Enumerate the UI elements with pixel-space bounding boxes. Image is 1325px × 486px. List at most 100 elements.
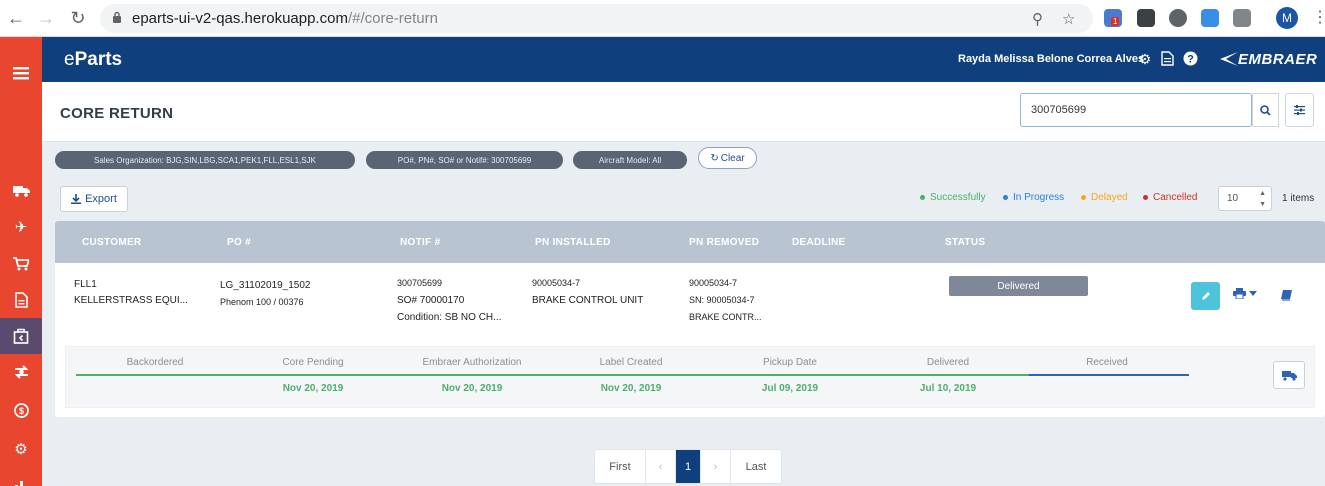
embraer-logo: EMBRAER (1220, 51, 1317, 68)
sidebar-dollar-cycle-icon[interactable]: $ (0, 392, 42, 428)
truck-icon (1281, 370, 1297, 381)
page-last-button[interactable]: Last (731, 450, 781, 483)
sidebar-chart-icon[interactable] (0, 467, 42, 486)
items-count: 1 items (1282, 193, 1315, 204)
legend-successfully: Successfully (920, 192, 986, 203)
results-table: CUSTOMER PO # NOTIF # PN INSTALLED PN RE… (55, 221, 1325, 417)
status-badge: Delivered (949, 276, 1088, 296)
bookmark-star-icon[interactable]: ☆ (1062, 10, 1075, 28)
filter-settings-button[interactable] (1285, 93, 1314, 127)
eparts-logo[interactable]: eParts (64, 49, 122, 71)
address-bar[interactable]: eparts-ui-v2-qas.herokuapp.com/#/core-re… (100, 4, 1093, 33)
book-icon[interactable] (1281, 288, 1292, 306)
sidebar-truck-icon[interactable] (0, 173, 42, 209)
legend-delayed: Delayed (1081, 192, 1128, 203)
zoom-icon[interactable]: ⚲ (1032, 10, 1043, 28)
app-header: eParts Rayda Melissa Belone Correa Alves… (42, 37, 1325, 82)
user-name[interactable]: Rayda Melissa Belone Correa Alves (958, 53, 1144, 65)
status-timeline: Backordered Core Pending Embraer Authori… (65, 346, 1315, 408)
date-core-pending: Nov 20, 2019 (282, 383, 344, 394)
pn-removed-sn: SN: 90005034-7 (689, 295, 755, 305)
search-input[interactable] (1020, 93, 1252, 127)
step-backordered: Backordered (126, 357, 184, 368)
date-embraer-authorization: Nov 20, 2019 (441, 383, 503, 394)
page-next-button[interactable]: › (701, 450, 731, 483)
page-first-button[interactable]: First (595, 450, 646, 483)
back-arrow-icon[interactable]: ← (6, 8, 26, 28)
filter-chip-aircraft[interactable]: Aircraft Model: All (573, 151, 687, 169)
settings-gear-icon[interactable]: ⚙ (1137, 51, 1153, 67)
clear-filters-button[interactable]: ↻ Clear (698, 147, 757, 169)
browser-menu-icon[interactable]: ⋮ (1312, 8, 1325, 28)
extension-globe-icon[interactable]: 1 (1104, 9, 1122, 27)
pn-installed-desc: BRAKE CONTROL UNIT (532, 295, 644, 306)
hamburger-menu-icon[interactable] (0, 55, 42, 91)
sliders-icon (1294, 105, 1305, 115)
legend-cancelled: Cancelled (1143, 192, 1197, 203)
tracking-button[interactable] (1273, 361, 1305, 389)
pagination: First ‹ 1 › Last (594, 449, 782, 484)
export-button[interactable]: Export (60, 186, 128, 212)
col-deadline[interactable]: DEADLINE (792, 237, 846, 248)
sidebar-plane-icon[interactable]: ✈ (0, 209, 42, 245)
extension-pen-icon[interactable] (1201, 9, 1219, 27)
table-header: CUSTOMER PO # NOTIF # PN INSTALLED PN RE… (55, 221, 1325, 263)
title-bar: CORE RETURN (42, 82, 1325, 142)
forward-arrow-icon[interactable]: → (36, 8, 56, 28)
col-po[interactable]: PO # (227, 237, 251, 248)
sidebar: ✈ $ ⚙ (0, 37, 42, 486)
sidebar-gears-icon[interactable]: ⚙ (0, 431, 42, 467)
legend-in-progress: In Progress (1003, 192, 1064, 203)
pn-removed-desc: BRAKE CONTR... (689, 312, 762, 322)
extension-circle-icon[interactable] (1169, 9, 1187, 27)
step-label-created: Label Created (599, 357, 663, 368)
sidebar-core-return-icon[interactable] (0, 318, 42, 354)
filter-chip-po[interactable]: PO#, PN#, SO# or Notif#: 300705699 (366, 151, 563, 169)
page-title: CORE RETURN (60, 105, 174, 122)
col-notif[interactable]: NOTIF # (400, 237, 440, 248)
items-per-page-select[interactable]: 10 ▲ ▼ (1218, 186, 1272, 211)
sidebar-exchange-icon[interactable] (0, 354, 42, 390)
extension-shield-icon[interactable] (1137, 9, 1155, 27)
pn-installed: 90005034-7 (532, 278, 581, 288)
pn-removed: 90005034-7 (689, 278, 738, 288)
col-pn-installed[interactable]: PN INSTALLED (535, 237, 611, 248)
pencil-icon (1201, 292, 1210, 300)
filter-chip-sales-org[interactable]: Sales Organization: BJG,SIN,LBG,SCA1,PEK… (55, 151, 355, 169)
page-prev-button[interactable]: ‹ (646, 450, 676, 483)
sidebar-document-icon[interactable] (0, 282, 42, 318)
col-customer[interactable]: CUSTOMER (82, 237, 141, 248)
download-icon (71, 194, 82, 204)
search-button[interactable] (1252, 93, 1279, 127)
customer-name: KELLERSTRASS EQUI... (74, 295, 188, 306)
svg-text:?: ? (1187, 54, 1194, 66)
date-label-created: Nov 20, 2019 (600, 383, 662, 394)
lock-icon (113, 11, 121, 23)
print-dropdown-button[interactable] (1233, 288, 1257, 299)
extension-badge: 1 (1111, 17, 1120, 26)
col-status[interactable]: STATUS (945, 237, 985, 248)
step-pickup-date: Pickup Date (763, 357, 817, 368)
main-content: CORE RETURN Sales Organization: BJG,SIN,… (42, 82, 1325, 486)
extension-ublock-icon[interactable] (1233, 9, 1251, 27)
document-icon[interactable] (1159, 51, 1175, 67)
help-icon[interactable]: ? (1182, 51, 1198, 67)
step-delivered: Delivered (926, 357, 970, 368)
condition-text: Condition: SB NO CH... (397, 312, 502, 323)
page-current-button[interactable]: 1 (676, 450, 701, 483)
po-aircraft: Phenom 100 / 00376 (220, 297, 304, 307)
refresh-icon: ↻ (710, 152, 719, 164)
step-embraer-authorization: Embraer Authorization (422, 357, 522, 368)
col-pn-removed[interactable]: PN REMOVED (689, 237, 759, 248)
caret-down-icon (1249, 291, 1257, 296)
profile-avatar[interactable]: M (1276, 7, 1298, 29)
reload-icon[interactable]: ↻ (68, 8, 88, 28)
timeline-progress-complete (76, 374, 1029, 376)
po-number: LG_31102019_1502 (220, 280, 311, 291)
so-number: SO# 70000170 (397, 295, 465, 306)
search-icon (1260, 104, 1271, 116)
sidebar-cart-icon[interactable] (0, 246, 42, 282)
select-arrows-icon: ▲ ▼ (1259, 190, 1266, 208)
url-text: eparts-ui-v2-qas.herokuapp.com/#/core-re… (132, 10, 438, 27)
edit-button[interactable] (1191, 282, 1220, 310)
